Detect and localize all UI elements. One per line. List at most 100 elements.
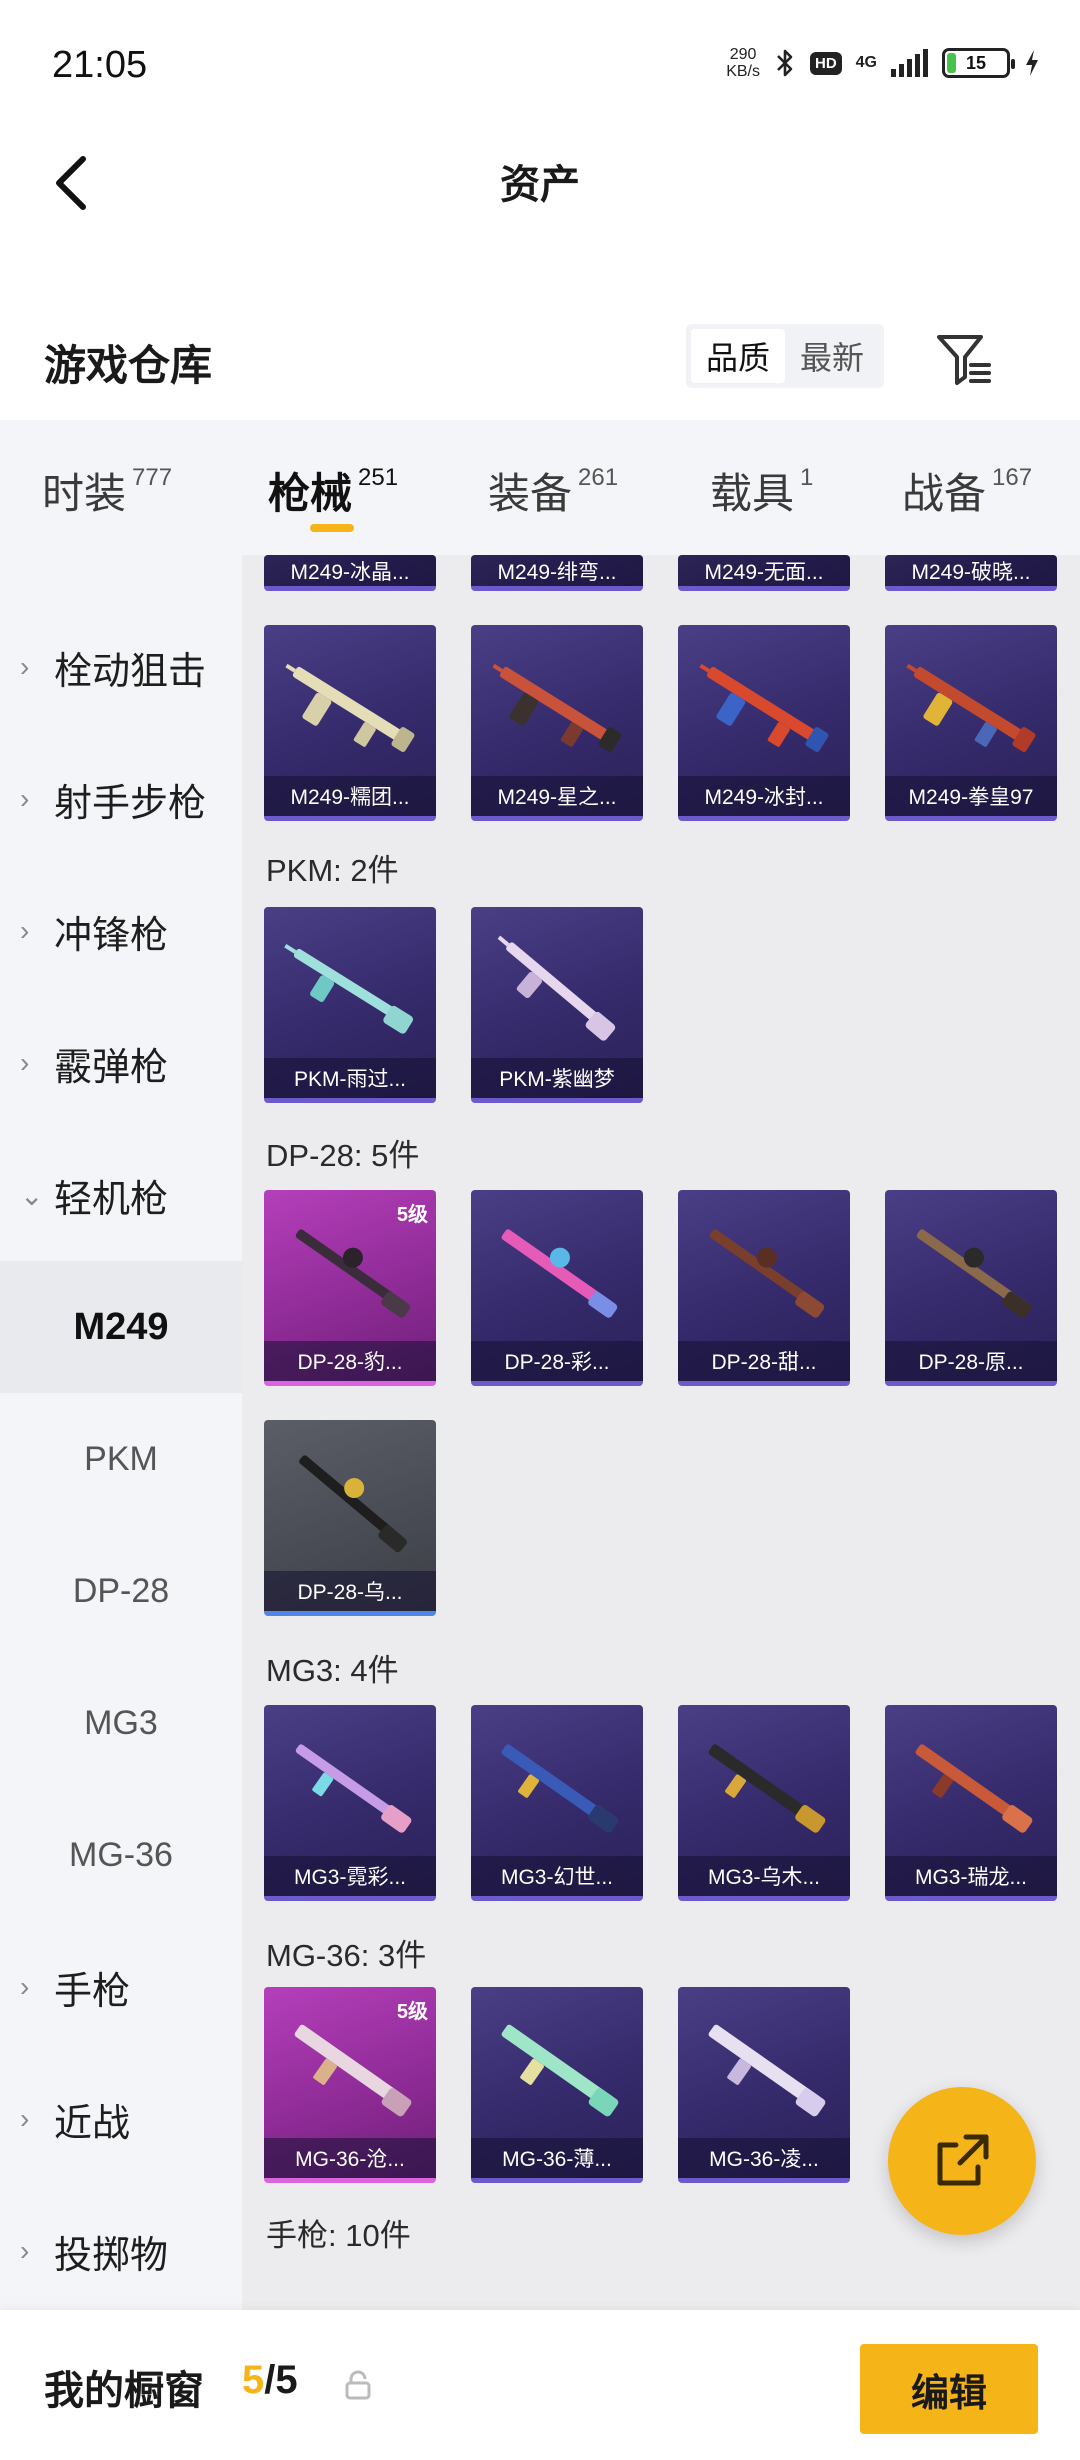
tab-supplies[interactable]: 战备 167 bbox=[902, 460, 1032, 521]
net-speed-unit: KB/s bbox=[726, 63, 760, 80]
gun-icon bbox=[295, 1229, 411, 1318]
item-name: MG3-乌木... bbox=[678, 1856, 850, 1896]
item-name: MG3-瑞龙... bbox=[885, 1856, 1057, 1896]
gun-icon bbox=[492, 663, 622, 752]
gun-icon bbox=[501, 1229, 618, 1318]
tab-weapons[interactable]: 枪械 251 bbox=[268, 460, 398, 532]
item-card[interactable]: MG3-乌木... bbox=[678, 1705, 850, 1901]
sidebar-item-pistol[interactable]: › 手枪 bbox=[0, 1921, 242, 2053]
status-icons: 290 KB/s HD 4G 15 bbox=[726, 46, 1040, 80]
showcase-count-current: 5 bbox=[242, 2358, 265, 2402]
group-title: 手枪: 10件 bbox=[266, 2218, 411, 2253]
gun-icon bbox=[708, 2024, 826, 2117]
gun-icon bbox=[709, 1229, 825, 1318]
item-card[interactable]: M249-无面... bbox=[678, 555, 850, 591]
item-card[interactable]: MG-36-薄... bbox=[471, 1987, 643, 2183]
chevron-right-icon: › bbox=[20, 1047, 30, 1078]
group-title: MG3: 4件 bbox=[266, 1653, 399, 1688]
tab-label: 时装 bbox=[42, 470, 127, 517]
gun-icon bbox=[501, 1744, 619, 1833]
item-card[interactable]: MG-36-凌... bbox=[678, 1987, 850, 2183]
sidebar-item-label: 霰弹枪 bbox=[54, 1046, 169, 1089]
tab-vehicles[interactable]: 载具 1 bbox=[710, 460, 813, 521]
item-card[interactable]: DP-28-乌... bbox=[264, 1420, 436, 1616]
gun-icon bbox=[295, 1744, 412, 1833]
item-name: M249-星之... bbox=[471, 776, 643, 816]
showcase-count: 5/5 bbox=[242, 2358, 298, 2403]
item-name: M249-拳皇97 bbox=[885, 776, 1057, 816]
sidebar-item-melee[interactable]: › 近战 bbox=[0, 2053, 242, 2185]
item-name: PKM-紫幽梦 bbox=[471, 1058, 643, 1098]
battery-icon: 15 bbox=[942, 48, 1015, 78]
group-title: MG-36: 3件 bbox=[266, 1938, 427, 1973]
item-card[interactable]: DP-28-原... bbox=[885, 1190, 1057, 1386]
tab-active-indicator bbox=[310, 524, 354, 532]
item-card[interactable]: DP-28-彩... bbox=[471, 1190, 643, 1386]
chevron-right-icon: › bbox=[20, 2103, 30, 2134]
sidebar: › 栓动狙击 › 射手步枪 › 冲锋枪 › 霰弹枪 ⌄ 轻机枪 M249 PKM… bbox=[0, 555, 242, 2310]
sidebar-item-smg[interactable]: › 冲锋枪 bbox=[0, 865, 242, 997]
battery-fill bbox=[947, 53, 957, 73]
item-card[interactable]: M249-糯团... bbox=[264, 625, 436, 821]
edit-button[interactable]: 编辑 bbox=[860, 2344, 1038, 2434]
item-name: MG-36-薄... bbox=[471, 2138, 643, 2178]
item-card[interactable]: DP-28-甜... bbox=[678, 1190, 850, 1386]
gun-icon bbox=[285, 663, 415, 752]
tab-label: 载具 bbox=[710, 470, 795, 517]
item-card[interactable]: M249-破晓... bbox=[885, 555, 1057, 591]
item-name: DP-28-甜... bbox=[678, 1341, 850, 1381]
item-card[interactable]: M249-星之... bbox=[471, 625, 643, 821]
item-card[interactable]: M249-冰晶... bbox=[264, 555, 436, 591]
sort-quality-button[interactable]: 品质 bbox=[691, 329, 785, 383]
signal-icon bbox=[891, 49, 928, 77]
item-card[interactable]: M249-绯弯... bbox=[471, 555, 643, 591]
chevron-right-icon: › bbox=[20, 651, 30, 682]
tab-count: 167 bbox=[992, 464, 1033, 491]
gun-icon bbox=[294, 2024, 412, 2117]
bottom-bar: 我的橱窗 5/5 编辑 bbox=[0, 2310, 1080, 2460]
sidebar-item-shotgun[interactable]: › 霰弹枪 bbox=[0, 997, 242, 1129]
tab-label: 枪械 bbox=[268, 470, 353, 517]
sidebar-item-bolt-sniper[interactable]: › 栓动狙击 bbox=[0, 601, 242, 733]
gun-icon bbox=[497, 935, 616, 1041]
item-name: DP-28-乌... bbox=[264, 1571, 436, 1611]
sidebar-sub-pkm[interactable]: PKM bbox=[0, 1393, 242, 1525]
section-title: 游戏仓库 bbox=[44, 342, 213, 389]
gun-icon bbox=[501, 2024, 619, 2117]
sidebar-sub-mg3[interactable]: MG3 bbox=[0, 1657, 242, 1789]
item-card[interactable]: PKM-雨过... bbox=[264, 907, 436, 1103]
tab-fashion[interactable]: 时装 777 bbox=[42, 460, 172, 521]
sidebar-item-lmg[interactable]: ⌄ 轻机枪 bbox=[0, 1129, 242, 1261]
item-name: M249-冰晶... bbox=[264, 555, 436, 586]
filter-button[interactable] bbox=[930, 324, 1000, 394]
item-card[interactable]: M249-拳皇97 bbox=[885, 625, 1057, 821]
item-card[interactable]: MG3-霓彩... bbox=[264, 1705, 436, 1901]
tab-count: 1 bbox=[800, 464, 814, 491]
sidebar-item-throwable[interactable]: › 投掷物 bbox=[0, 2185, 242, 2317]
sidebar-sub-m249[interactable]: M249 bbox=[0, 1261, 242, 1393]
item-card[interactable]: 5级 DP-28-豹... bbox=[264, 1190, 436, 1386]
sidebar-item-label: 栓动狙击 bbox=[54, 650, 207, 693]
item-name: PKM-雨过... bbox=[264, 1058, 436, 1098]
item-card[interactable]: MG3-瑞龙... bbox=[885, 1705, 1057, 1901]
network-type: 4G bbox=[855, 54, 877, 71]
tab-label: 装备 bbox=[488, 470, 573, 517]
sidebar-sub-dp28[interactable]: DP-28 bbox=[0, 1525, 242, 1657]
status-time: 21:05 bbox=[52, 44, 148, 86]
sort-latest-button[interactable]: 最新 bbox=[785, 329, 879, 383]
hd-badge: HD bbox=[809, 51, 842, 75]
sidebar-sub-mg36[interactable]: MG-36 bbox=[0, 1789, 242, 1921]
item-name: DP-28-彩... bbox=[471, 1341, 643, 1381]
showcase-label: 我的橱窗 bbox=[44, 2369, 204, 2413]
item-card[interactable]: PKM-紫幽梦 bbox=[471, 907, 643, 1103]
sidebar-item-dmr[interactable]: › 射手步枪 bbox=[0, 733, 242, 865]
sort-toggle: 品质 最新 bbox=[686, 324, 884, 388]
tab-count: 777 bbox=[132, 464, 173, 491]
item-card[interactable]: M249-冰封... bbox=[678, 625, 850, 821]
item-name: DP-28-豹... bbox=[264, 1341, 436, 1381]
battery-level: 15 bbox=[965, 52, 987, 73]
share-button[interactable] bbox=[888, 2087, 1036, 2235]
item-card[interactable]: 5级 MG-36-沧... bbox=[264, 1987, 436, 2183]
item-card[interactable]: MG3-幻世... bbox=[471, 1705, 643, 1901]
tab-equipment[interactable]: 装备 261 bbox=[488, 460, 618, 521]
